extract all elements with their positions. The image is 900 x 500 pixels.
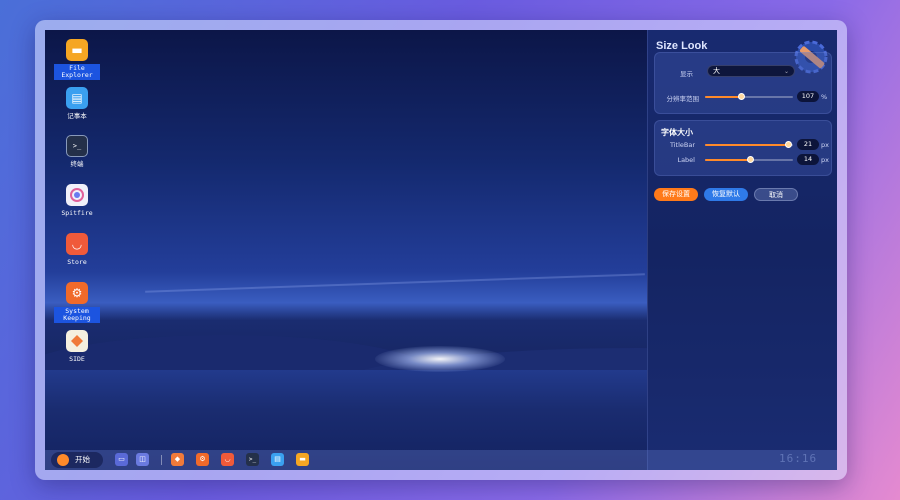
folder-taskbar-icon[interactable]: ▬	[296, 453, 309, 466]
folder-icon: ▬	[66, 39, 88, 61]
save-settings-button[interactable]: 保存设置	[654, 188, 698, 201]
label-slider-fill	[705, 159, 751, 161]
panel-title: Size Look	[656, 40, 708, 52]
resolution-slider-fill	[705, 96, 742, 98]
titlebar-label: TitleBar	[669, 141, 695, 149]
desktop-icon-store[interactable]: ◡ Store	[54, 233, 100, 267]
desktop-icon-notepad[interactable]: ▤ 记事本	[54, 87, 100, 121]
titlebar-value[interactable]: 21	[797, 139, 819, 150]
start-logo-icon	[57, 454, 69, 466]
notepad-icon: ▤	[66, 87, 88, 109]
resolution-value[interactable]: 107	[797, 91, 819, 102]
display-label: 显示	[680, 70, 693, 78]
resolution-unit: %	[821, 93, 828, 101]
desktop-icon-terminal[interactable]: >_ 终端	[54, 135, 100, 169]
desktop-icon-label: File Explorer	[54, 64, 100, 80]
browser-icon	[66, 184, 88, 206]
wallpaper-sun	[375, 346, 505, 372]
cancel-button[interactable]: 取消	[754, 188, 798, 201]
desktop-icon-label: Spitfire	[61, 209, 93, 217]
restore-defaults-button[interactable]: 恢复默认	[704, 188, 748, 201]
desktop-icon-label: System Keeping	[54, 307, 100, 323]
resolution-slider-knob[interactable]	[738, 93, 746, 100]
clock: 16:16	[779, 452, 818, 465]
font-size-title: 字体大小	[661, 128, 693, 137]
resolution-label: 分辨率范围	[666, 95, 700, 103]
start-button[interactable]: 开始	[51, 452, 103, 468]
size-look-panel: Size Look 显示 大 ⌄ 分辨率范围 107 % 字体大小 TitleB…	[647, 30, 837, 470]
desktop-icon-label: 记事本	[67, 112, 87, 120]
titlebar-unit: px	[821, 141, 829, 149]
task-switcher-icon[interactable]: ◫	[136, 453, 149, 466]
settings-icon: ⚙	[66, 282, 88, 304]
taskbar-separator	[161, 455, 162, 465]
desktop-icon-file-explorer[interactable]: ▬ File Explorer	[54, 39, 100, 80]
display-select[interactable]: 大 ⌄	[707, 65, 795, 77]
titlebar-slider-knob[interactable]	[785, 141, 793, 148]
desktop-icon-side[interactable]: SIDE	[54, 330, 100, 364]
resolution-slider[interactable]	[705, 93, 793, 100]
wallpaper-streak	[145, 273, 645, 293]
label-size-label: Label	[677, 156, 695, 164]
ide-taskbar-icon[interactable]: ◆	[171, 453, 184, 466]
ide-icon	[66, 330, 88, 352]
desktop-icon-system-keeping[interactable]: ⚙ System Keeping	[54, 282, 100, 323]
start-label: 开始	[75, 455, 90, 464]
label-slider-knob[interactable]	[747, 156, 755, 163]
terminal-taskbar-icon[interactable]: >_	[246, 453, 259, 466]
desktop-view-icon[interactable]: ▭	[115, 453, 128, 466]
label-unit: px	[821, 156, 829, 164]
label-slider[interactable]	[705, 156, 793, 163]
titlebar-slider-fill	[705, 144, 789, 146]
label-value[interactable]: 14	[797, 154, 819, 165]
font-size-box: 字体大小 TitleBar 21 px Label 14 px	[654, 120, 832, 176]
store-icon: ◡	[66, 233, 88, 255]
settings-taskbar-icon[interactable]: ⚙	[196, 453, 209, 466]
chevron-down-icon: ⌄	[783, 68, 789, 75]
desktop-icon-label: Store	[67, 258, 87, 266]
display-settings-box: 显示 大 ⌄ 分辨率范围 107 %	[654, 52, 832, 114]
terminal-icon: >_	[66, 135, 88, 157]
titlebar-slider[interactable]	[705, 141, 793, 148]
desktop-icon-label: SIDE	[69, 355, 85, 363]
display-value: 大	[713, 67, 720, 75]
notepad-taskbar-icon[interactable]: ▤	[271, 453, 284, 466]
desktop-screen: ▬ File Explorer ▤ 记事本 >_ 终端 Spitfire ◡ S…	[45, 30, 837, 470]
taskbar: 开始 ▭ ◫ ◆ ⚙ ◡ >_ ▤ ▬ 16:16	[45, 450, 837, 470]
store-taskbar-icon[interactable]: ◡	[221, 453, 234, 466]
desktop-icon-label: 终端	[70, 160, 84, 168]
desktop-icon-spitfire[interactable]: Spitfire	[54, 184, 100, 218]
